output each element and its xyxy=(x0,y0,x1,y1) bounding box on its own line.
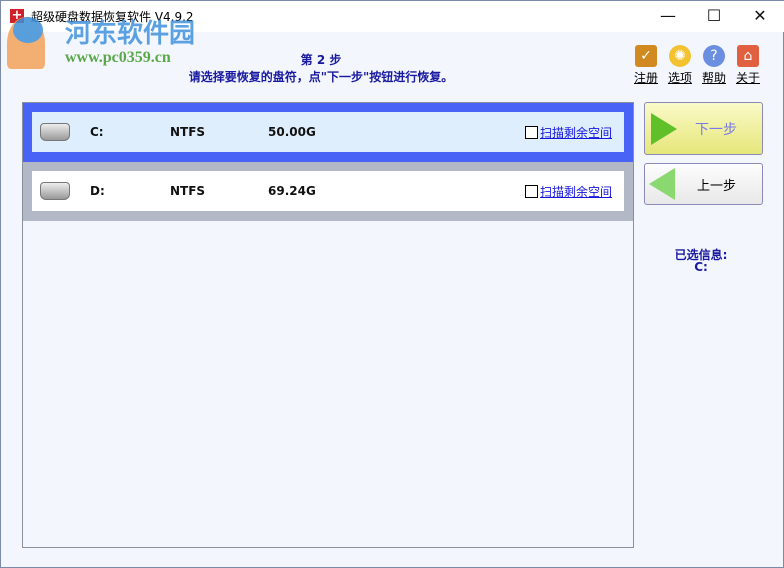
register-tool[interactable]: ✓ 注册 xyxy=(632,45,660,86)
about-tool[interactable]: ⌂ 关于 xyxy=(734,45,762,86)
arrow-left-icon xyxy=(649,168,675,200)
drive-row-c[interactable]: C: NTFS 50.00G 扫描剩余空间 xyxy=(23,103,633,162)
drive-filesystem: NTFS xyxy=(170,184,206,198)
options-link[interactable]: 选项 xyxy=(668,71,692,85)
app-icon: + xyxy=(10,8,24,23)
minimize-button[interactable]: — xyxy=(645,5,691,27)
scan-free-space-link[interactable]: 扫描剩余空间 xyxy=(540,183,612,200)
next-step-label: 下一步 xyxy=(695,121,737,138)
cart-icon: ✓ xyxy=(635,45,657,67)
close-button[interactable]: ✕ xyxy=(737,5,783,27)
drive-letter: C: xyxy=(90,125,104,139)
title-bar: + 超级硬盘数据恢复软件 V4.9.2 — ☐ ✕ xyxy=(1,1,784,32)
gear-icon: ✺ xyxy=(669,45,691,67)
hard-disk-icon xyxy=(40,123,70,141)
scan-free-space-checkbox[interactable] xyxy=(524,184,538,198)
drive-list: C: NTFS 50.00G 扫描剩余空间 D: NTFS 69.24G 扫描剩… xyxy=(22,102,634,548)
drive-filesystem: NTFS xyxy=(170,125,206,139)
previous-step-button[interactable]: 上一步 xyxy=(644,163,763,205)
maximize-button[interactable]: ☐ xyxy=(691,5,737,27)
arrow-right-icon xyxy=(651,112,677,145)
register-link[interactable]: 注册 xyxy=(634,71,658,85)
help-tool[interactable]: ? 帮助 xyxy=(700,45,728,86)
drive-size: 50.00G xyxy=(268,125,316,139)
window-title: 超级硬盘数据恢复软件 V4.9.2 xyxy=(31,10,194,24)
selected-info-value: C: xyxy=(694,260,708,274)
drive-letter: D: xyxy=(90,184,105,198)
scan-free-space-checkbox[interactable] xyxy=(524,125,538,139)
scan-free-space-link[interactable]: 扫描剩余空间 xyxy=(540,124,612,141)
next-step-button[interactable]: 下一步 xyxy=(644,102,763,155)
about-link[interactable]: 关于 xyxy=(736,71,760,85)
options-tool[interactable]: ✺ 选项 xyxy=(666,45,694,86)
home-icon: ⌂ xyxy=(737,45,759,67)
help-icon: ? xyxy=(703,45,725,67)
previous-step-label: 上一步 xyxy=(697,178,737,194)
step-title: 第 2 步 xyxy=(300,53,342,67)
help-link[interactable]: 帮助 xyxy=(702,71,726,85)
drive-row-d[interactable]: D: NTFS 69.24G 扫描剩余空间 xyxy=(23,162,633,221)
drive-size: 69.24G xyxy=(268,184,316,198)
hard-disk-icon xyxy=(40,182,70,200)
step-instruction: 请选择要恢复的盘符，点"下一步"按钮进行恢复。 xyxy=(188,70,454,84)
